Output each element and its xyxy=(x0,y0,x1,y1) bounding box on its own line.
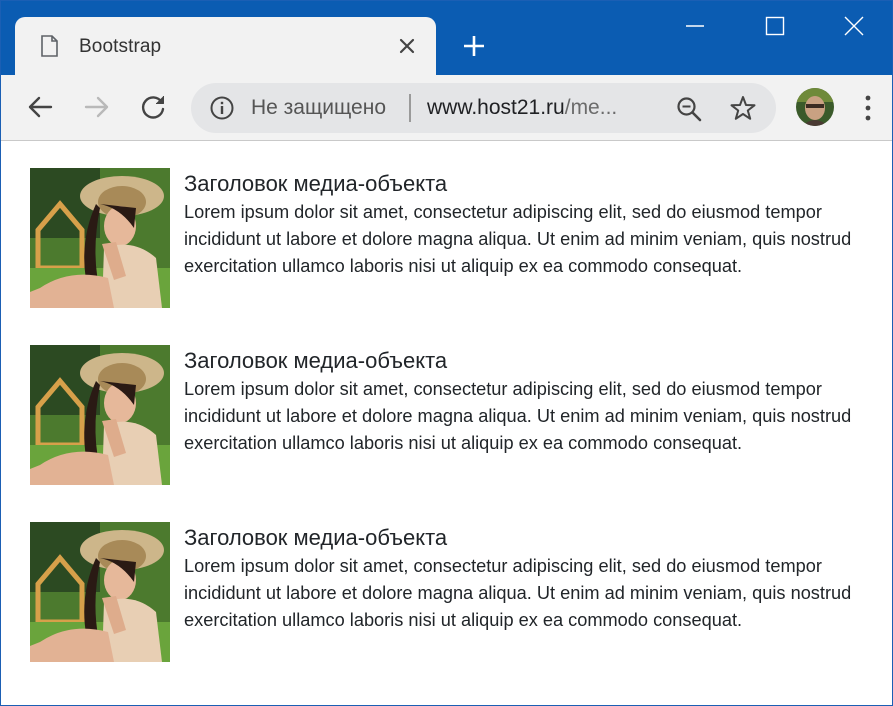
media-image xyxy=(30,345,170,485)
media-object: Заголовок медиа-объекта Lorem ipsum dolo… xyxy=(30,345,870,485)
url-path: /me... xyxy=(564,96,618,119)
info-icon[interactable] xyxy=(209,95,235,121)
kebab-menu-icon[interactable] xyxy=(858,93,878,123)
url-host: www.host21.ru xyxy=(427,96,565,119)
media-image xyxy=(30,168,170,308)
window-close-icon[interactable] xyxy=(841,13,867,39)
title-bar: Bootstrap xyxy=(1,1,892,75)
page-content: Заголовок медиа-объекта Lorem ipsum dolo… xyxy=(1,142,892,705)
security-status-text: Не защищено xyxy=(251,96,386,119)
zoom-out-icon[interactable] xyxy=(675,95,703,123)
media-text: Lorem ipsum dolor sit amet, consectetur … xyxy=(184,202,852,276)
avatar-image xyxy=(796,88,834,126)
browser-tab[interactable]: Bootstrap xyxy=(15,17,436,75)
browser-toolbar: Не защищено www.host21.ru/me... xyxy=(1,75,892,141)
bookmark-star-icon[interactable] xyxy=(729,94,757,122)
profile-avatar[interactable] xyxy=(796,88,834,126)
url-text[interactable]: www.host21.ru/me... xyxy=(427,96,617,120)
media-object: Заголовок медиа-объекта Lorem ipsum dolo… xyxy=(30,168,870,308)
maximize-icon[interactable] xyxy=(762,13,788,39)
file-icon xyxy=(41,35,58,57)
tab-close-icon[interactable] xyxy=(398,37,416,55)
tab-title: Bootstrap xyxy=(79,36,162,57)
new-tab-plus-icon[interactable] xyxy=(461,33,487,59)
media-heading: Заголовок медиа-объекта xyxy=(184,171,448,196)
browser-window: Bootstrap Не защищено www.host21.ru/me..… xyxy=(0,0,893,706)
media-text: Lorem ipsum dolor sit amet, consectetur … xyxy=(184,379,852,453)
media-body: Заголовок медиа-объекта Lorem ipsum dolo… xyxy=(184,345,874,457)
media-object: Заголовок медиа-объекта Lorem ipsum dolo… xyxy=(30,522,870,662)
media-text: Lorem ipsum dolor sit amet, consectetur … xyxy=(184,556,852,630)
minimize-icon[interactable] xyxy=(682,13,708,39)
reload-icon[interactable] xyxy=(139,93,167,121)
forward-arrow-icon[interactable] xyxy=(83,93,111,121)
media-body: Заголовок медиа-объекта Lorem ipsum dolo… xyxy=(184,168,874,280)
media-heading: Заголовок медиа-объекта xyxy=(184,525,448,550)
address-bar[interactable]: Не защищено www.host21.ru/me... xyxy=(191,83,776,133)
media-image xyxy=(30,522,170,662)
media-heading: Заголовок медиа-объекта xyxy=(184,348,448,373)
address-separator xyxy=(409,94,411,122)
media-body: Заголовок медиа-объекта Lorem ipsum dolo… xyxy=(184,522,874,634)
back-arrow-icon[interactable] xyxy=(26,93,54,121)
